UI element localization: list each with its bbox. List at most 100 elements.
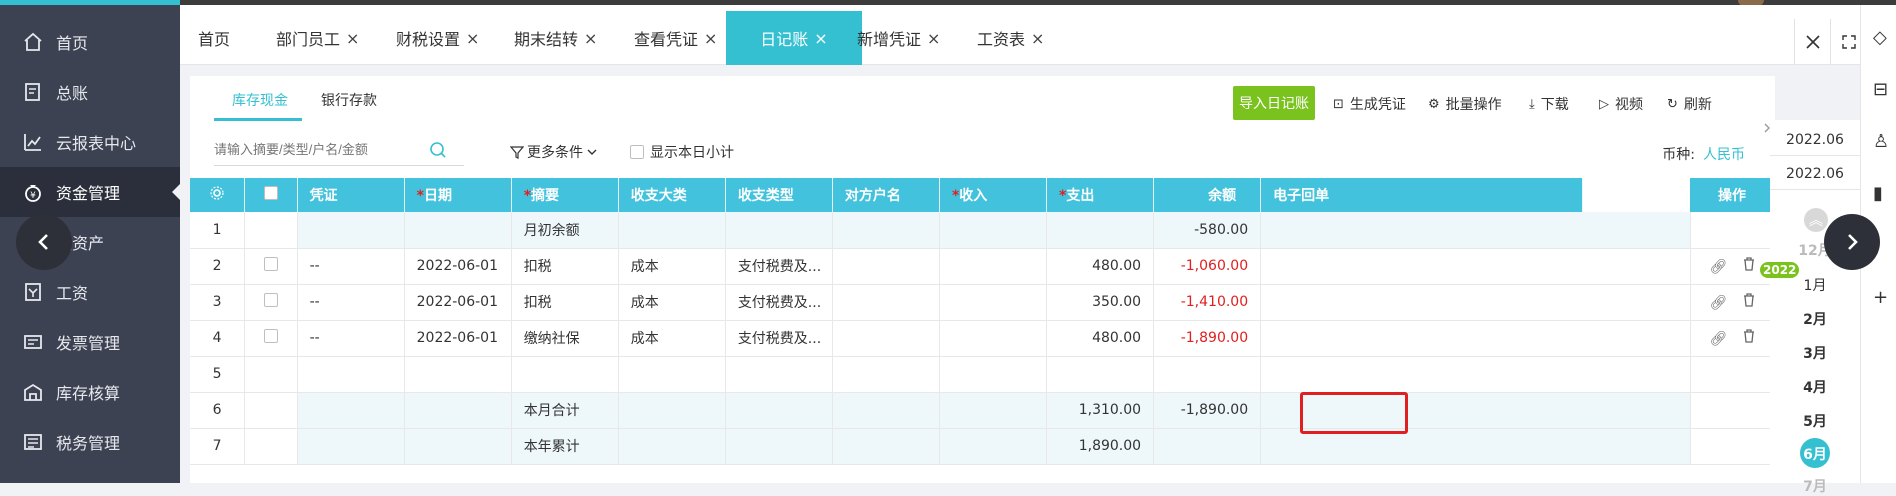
cell-expense[interactable]: 350.00 [1046, 284, 1155, 321]
select-all[interactable] [244, 178, 298, 212]
table-row[interactable]: 3 -- 2022-06-01 扣税 成本 支付税费及... 350.00 -1,410.00… [190, 284, 1776, 321]
close-all-tabs-button[interactable] [1794, 19, 1830, 65]
cell-category[interactable]: 成本 [618, 284, 726, 321]
next-slide-button[interactable] [1824, 214, 1880, 270]
column-settings[interactable] [190, 178, 246, 212]
link-icon[interactable]: 🔗︎ [1709, 295, 1727, 311]
tab-payroll-sheet[interactable]: 工资表 × [977, 11, 1087, 65]
close-icon[interactable]: × [584, 29, 597, 48]
cell-type[interactable]: 支付税费及... [725, 320, 833, 357]
refresh-button[interactable]: ↻ 刷新 [1667, 94, 1712, 114]
cell-account[interactable] [832, 320, 940, 357]
import-journal-button[interactable]: 导入日记账 [1233, 86, 1315, 120]
cell-date[interactable]: 2022-06-01 [404, 248, 512, 285]
tag-icon[interactable]: ◇ [1873, 27, 1896, 51]
user-icon[interactable]: ♙ [1873, 131, 1896, 155]
sidebar-item-inventory[interactable]: 库存核算 [0, 367, 180, 417]
cell-date[interactable]: 2022-06-01 [404, 284, 512, 321]
row-checkbox[interactable] [263, 293, 278, 307]
currency-value[interactable]: 人民币 [1703, 147, 1745, 163]
cell-category[interactable]: 成本 [618, 248, 726, 285]
tab-departments[interactable]: 部门员工 × [276, 11, 386, 65]
cell-voucher[interactable]: -- [297, 248, 405, 285]
checkbox[interactable] [630, 145, 644, 159]
cell-expense[interactable]: 480.00 [1046, 320, 1155, 357]
table-row[interactable]: 1 月初余额 -580.00 [190, 212, 1776, 249]
currency-selector[interactable]: 币种: 人民币 [1662, 144, 1745, 164]
generate-voucher-button[interactable]: ⊡ 生成凭证 [1333, 94, 1406, 114]
row-select[interactable] [244, 320, 298, 357]
prev-slide-button[interactable] [16, 214, 72, 270]
table-row[interactable]: 2 -- 2022-06-01 扣税 成本 支付税费及... 480.00 -1,060.00… [190, 248, 1776, 285]
select-all-checkbox[interactable] [263, 186, 278, 200]
cell-type[interactable]: 支付税费及... [725, 284, 833, 321]
cell-type[interactable]: 支付税费及... [725, 248, 833, 285]
cell-balance[interactable]: -1,410.00 [1153, 284, 1262, 321]
month-item[interactable]: 2月 [1770, 309, 1860, 329]
tab-home[interactable]: 首页 [198, 11, 258, 65]
video-button[interactable]: ▷ 视频 [1599, 94, 1643, 114]
trash-icon[interactable] [1743, 329, 1755, 347]
cell-summary[interactable]: 扣税 [511, 248, 619, 285]
cell-date[interactable]: 2022-06-01 [404, 320, 512, 357]
table-row[interactable]: 4 -- 2022-06-01 缴纳社保 成本 支付税费及... 480.00 -1,890.… [190, 320, 1776, 357]
cell-category[interactable]: 成本 [618, 320, 726, 357]
cell-income[interactable] [939, 248, 1048, 285]
tab-new-voucher[interactable]: 新增凭证 × [857, 11, 967, 65]
briefcase-icon[interactable]: ⊟ [1873, 79, 1896, 103]
row-select[interactable] [244, 248, 298, 285]
month-next[interactable]: 7月 [1770, 476, 1860, 496]
row-checkbox[interactable] [263, 257, 278, 271]
tab-tax-settings[interactable]: 财税设置 × [396, 11, 506, 65]
month-item[interactable]: 5月 [1770, 411, 1860, 431]
tab-period-end[interactable]: 期末结转 × [514, 11, 624, 65]
close-icon[interactable]: × [466, 29, 479, 48]
batch-ops-button[interactable]: ⚙ 批量操作 [1428, 94, 1502, 114]
close-icon[interactable]: × [927, 29, 940, 48]
cell-summary[interactable]: 扣税 [511, 284, 619, 321]
subtab-bank[interactable]: 银行存款 [321, 90, 377, 110]
close-icon[interactable]: × [814, 29, 827, 48]
cell-voucher[interactable]: -- [297, 320, 405, 357]
cell-account[interactable] [832, 248, 940, 285]
more-filters-button[interactable]: 更多条件 [510, 142, 598, 162]
link-icon[interactable]: 🔗︎ [1709, 259, 1727, 275]
row-select[interactable] [244, 284, 298, 321]
period-end[interactable]: 2022.06 [1770, 158, 1860, 190]
table-row[interactable]: 6 本月合计 1,310.00 -1,890.00 [190, 392, 1776, 429]
cell-voucher[interactable]: -- [297, 284, 405, 321]
cell-income[interactable] [939, 320, 1048, 357]
show-daily-subtotal-toggle[interactable]: 显示本日小计 [630, 142, 734, 162]
cell-balance[interactable]: -1,890.00 [1153, 320, 1262, 357]
cell-balance[interactable]: -1,060.00 [1153, 248, 1262, 285]
month-item[interactable]: 4月 [1770, 377, 1860, 397]
sidebar-item-funds[interactable]: ¥ 资金管理 [0, 167, 180, 217]
period-start[interactable]: 2022.06 [1770, 124, 1860, 156]
month-item[interactable]: 3月 [1770, 343, 1860, 363]
close-icon[interactable]: × [346, 29, 359, 48]
table-row[interactable]: 5 [190, 356, 1776, 393]
sidebar-item-payroll[interactable]: 工资 [0, 267, 180, 317]
close-icon[interactable]: × [1031, 29, 1044, 48]
cell-expense[interactable]: 480.00 [1046, 248, 1155, 285]
cell-income[interactable] [939, 284, 1048, 321]
tab-journal[interactable]: 日记账 × [726, 11, 862, 65]
close-icon[interactable]: × [704, 29, 717, 48]
month-item[interactable]: 1月 [1770, 275, 1860, 295]
sidebar-item-invoices[interactable]: 发票管理 [0, 317, 180, 367]
subtab-cash[interactable]: 库存现金 [232, 90, 288, 110]
trash-icon[interactable] [1743, 293, 1755, 311]
trash-icon[interactable] [1743, 257, 1755, 275]
search-input[interactable] [214, 142, 429, 157]
link-icon[interactable]: 🔗︎ [1709, 331, 1727, 347]
sidebar-item-reports[interactable]: 云报表中心 [0, 117, 180, 167]
sidebar-item-tax[interactable]: 税务管理 [0, 417, 180, 467]
sidebar-item-close[interactable]: 结账 [0, 467, 180, 483]
scroll-up-button[interactable]: ︽ [1804, 208, 1828, 232]
table-row[interactable]: 7 本年累计 1,890.00 [190, 428, 1776, 465]
row-checkbox[interactable] [263, 329, 278, 343]
plus-icon[interactable]: + [1873, 287, 1896, 311]
cell-summary[interactable]: 缴纳社保 [511, 320, 619, 357]
sidebar-item-home[interactable]: 首页 [0, 17, 180, 67]
office-icon[interactable]: ▮ [1873, 183, 1896, 207]
